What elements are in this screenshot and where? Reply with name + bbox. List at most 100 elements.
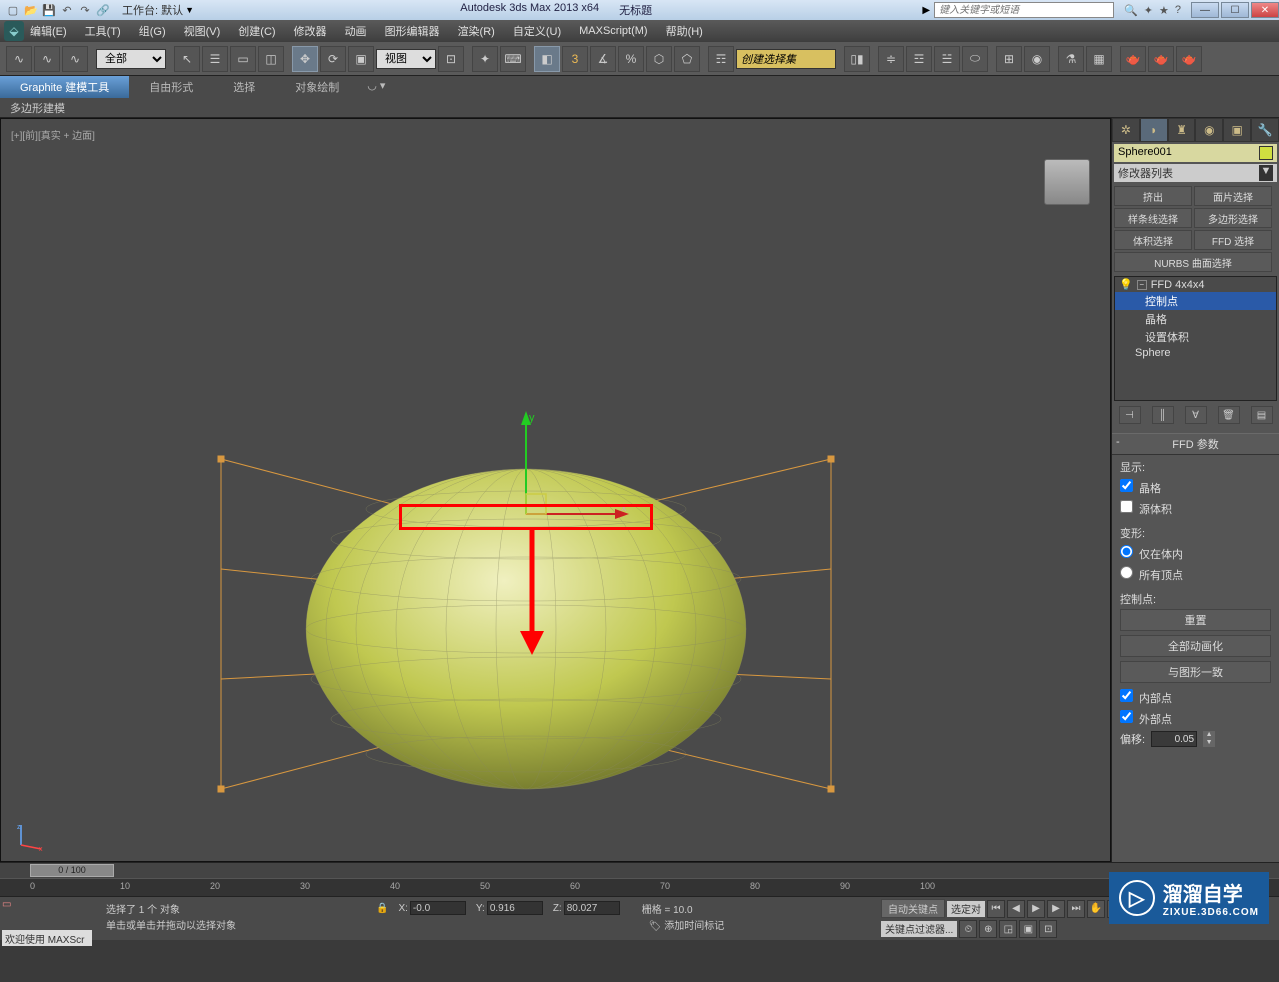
workspace-dd-icon[interactable]: ▼ — [185, 5, 194, 15]
conform-button[interactable]: 与图形一致 — [1120, 661, 1271, 683]
ribbon-tab-paint[interactable]: 对象绘制 — [275, 76, 359, 98]
stack-set-volume[interactable]: 设置体积 — [1115, 328, 1276, 346]
cmd-tab-motion-icon[interactable]: ◉ — [1195, 118, 1223, 142]
modifier-list-dd[interactable]: 修改器列表 ▼ — [1114, 164, 1277, 182]
menu-graph[interactable]: 图形编辑器 — [385, 23, 440, 39]
reset-button[interactable]: 重置 — [1120, 609, 1271, 631]
rollout-ffd-params[interactable]: -FFD 参数 — [1112, 433, 1279, 455]
mod-btn-volsel[interactable]: 体积选择 — [1114, 230, 1192, 250]
snap-percent-icon[interactable]: % — [618, 46, 644, 72]
show-end-icon[interactable]: ║ — [1152, 406, 1174, 424]
stack-lattice[interactable]: 晶格 — [1115, 310, 1276, 328]
ref-coord-dd[interactable]: 视图 — [376, 49, 436, 69]
inside-checkbox[interactable]: 内部点 — [1120, 689, 1271, 706]
auto-key-button[interactable]: 自动关键点 — [881, 899, 945, 918]
snap-spinner-icon[interactable]: ⬡ — [646, 46, 672, 72]
z-coord[interactable] — [564, 901, 620, 915]
stack-control-points[interactable]: 控制点 — [1115, 292, 1276, 310]
named-selection-input[interactable] — [736, 49, 836, 69]
save-icon[interactable]: 💾 — [42, 3, 56, 17]
spinner-arrows-icon[interactable]: ▲▼ — [1203, 731, 1215, 747]
move-icon[interactable]: ✥ — [292, 46, 318, 72]
play-icon[interactable]: ▶ — [1027, 900, 1045, 918]
stack-ffd[interactable]: 💡−FFD 4x4x4 — [1115, 277, 1276, 292]
render-setup-icon[interactable]: ⚗ — [1058, 46, 1084, 72]
nav-max-icon[interactable]: ◲ — [999, 920, 1017, 938]
ribbon-tab-freeform[interactable]: 自由形式 — [129, 76, 213, 98]
menu-group[interactable]: 组(G) — [139, 23, 166, 39]
selection-filter-dd[interactable]: 全部 — [96, 49, 166, 69]
app-icon[interactable]: ⬙ — [4, 21, 24, 41]
menu-customize[interactable]: 自定义(U) — [513, 23, 561, 39]
source-volume-checkbox[interactable]: 源体积 — [1120, 500, 1271, 517]
snap-angle-icon[interactable]: ∡ — [590, 46, 616, 72]
undo-icon[interactable]: ↶ — [60, 3, 74, 17]
lock-icon[interactable]: 🔒 — [376, 903, 388, 914]
select-icon[interactable]: ↖ — [174, 46, 200, 72]
keyboard-icon[interactable]: ⌨ — [500, 46, 526, 72]
viewport-front[interactable]: [+][前][真实 + 边面] — [0, 118, 1111, 862]
search-input[interactable] — [934, 2, 1114, 18]
nav-orbit-icon[interactable]: ⊕ — [979, 920, 997, 938]
cmd-tab-hierarchy-icon[interactable]: ♜ — [1168, 118, 1196, 142]
new-icon[interactable]: ▢ — [6, 3, 20, 17]
viewcube[interactable] — [1044, 159, 1090, 205]
maximize-button[interactable]: ☐ — [1221, 2, 1249, 18]
menu-render[interactable]: 渲染(R) — [458, 23, 495, 39]
mod-btn-extrude[interactable]: 挤出 — [1114, 186, 1192, 206]
pivot-icon[interactable]: ⊡ — [438, 46, 464, 72]
maxscript-mini-icon[interactable]: ▭ — [2, 899, 11, 910]
menu-maxscript[interactable]: MAXScript(M) — [579, 25, 647, 37]
minimize-button[interactable]: — — [1191, 2, 1219, 18]
close-button[interactable]: ✕ — [1251, 2, 1279, 18]
nav-pan-icon[interactable]: ✋ — [1087, 900, 1105, 918]
track-bar[interactable]: 0 10 20 30 40 50 60 70 80 90 100 — [0, 878, 1279, 896]
mod-btn-ffdsel[interactable]: FFD 选择 — [1194, 230, 1272, 250]
add-time-tag[interactable]: 添加时间标记 — [664, 921, 724, 932]
snap-2d-icon[interactable]: ◧ — [534, 46, 560, 72]
scale-icon[interactable]: ▣ — [348, 46, 374, 72]
menu-help[interactable]: 帮助(H) — [666, 23, 703, 39]
manip-icon[interactable]: ✦ — [472, 46, 498, 72]
expand-icon[interactable]: − — [1137, 280, 1147, 290]
cmd-tab-utilities-icon[interactable]: 🔧 — [1251, 118, 1279, 142]
bulb-icon[interactable]: 💡 — [1119, 278, 1133, 291]
viewport-label[interactable]: [+][前][真实 + 边面] — [11, 127, 95, 142]
rotate-icon[interactable]: ⟳ — [320, 46, 346, 72]
outside-checkbox[interactable]: 外部点 — [1120, 710, 1271, 727]
align-icon[interactable]: ≑ — [878, 46, 904, 72]
prev-frame-icon[interactable]: ◀ — [1007, 900, 1025, 918]
stack-sphere[interactable]: Sphere — [1115, 346, 1276, 360]
layer-mgr-icon[interactable]: ☱ — [934, 46, 960, 72]
redo-icon[interactable]: ↷ — [78, 3, 92, 17]
cmd-tab-display-icon[interactable]: ▣ — [1223, 118, 1251, 142]
ribbon-tab-selection[interactable]: 选择 — [213, 76, 275, 98]
time-slider-thumb[interactable]: 0 / 100 — [30, 864, 114, 877]
select-name-icon[interactable]: ☰ — [202, 46, 228, 72]
workspace-label[interactable]: 工作台: 默认 — [122, 2, 183, 18]
unique-icon[interactable]: ∀ — [1185, 406, 1207, 424]
menu-views[interactable]: 视图(V) — [184, 23, 221, 39]
render-frame-icon[interactable]: ▦ — [1086, 46, 1112, 72]
time-config-icon[interactable]: ⏲ — [959, 920, 977, 938]
mod-btn-nurbssel[interactable]: NURBS 曲面选择 — [1114, 252, 1272, 272]
mod-btn-patchsel[interactable]: 面片选择 — [1194, 186, 1272, 206]
time-slider[interactable]: 0 / 100 — [0, 862, 1279, 878]
remove-mod-icon[interactable]: 🗑 — [1218, 406, 1240, 424]
x-coord[interactable] — [410, 901, 466, 915]
menu-tools[interactable]: 工具(T) — [85, 23, 121, 39]
select-rect-icon[interactable]: ▭ — [230, 46, 256, 72]
modifier-stack[interactable]: 💡−FFD 4x4x4 控制点 晶格 设置体积 Sphere — [1114, 276, 1277, 401]
key-filter-dd[interactable]: 关键点过滤器... — [881, 921, 957, 937]
time-tag-icon[interactable]: 🏷 — [649, 921, 662, 932]
snap-edge-icon[interactable]: ⬠ — [674, 46, 700, 72]
in-volume-radio[interactable]: 仅在体内 — [1120, 545, 1271, 562]
cmd-tab-modify-icon[interactable]: ◗ — [1140, 118, 1168, 142]
y-coord[interactable] — [487, 901, 543, 915]
offset-spinner[interactable] — [1151, 731, 1197, 747]
chevron-right-icon[interactable]: ▶ — [922, 5, 930, 16]
configure-icon[interactable]: ▤ — [1251, 406, 1273, 424]
mod-btn-polysel[interactable]: 多边形选择 — [1194, 208, 1272, 228]
cmd-tab-create-icon[interactable]: ✲ — [1112, 118, 1140, 142]
lattice-checkbox[interactable]: 晶格 — [1120, 479, 1271, 496]
